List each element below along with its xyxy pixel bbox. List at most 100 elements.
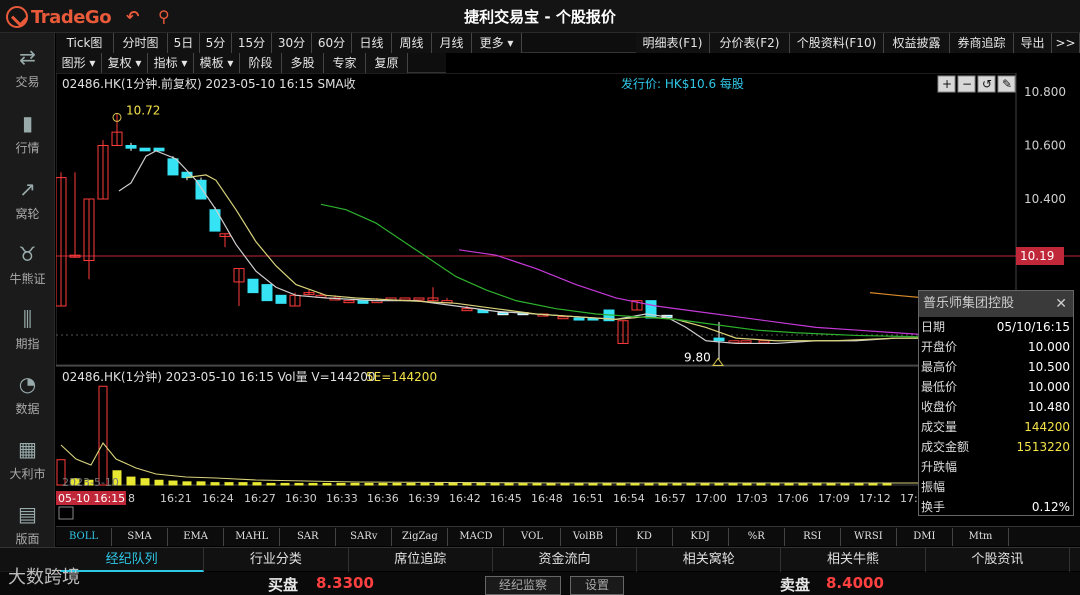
- bottom-tab-3[interactable]: 资金流向: [493, 548, 638, 572]
- close-icon[interactable]: ✕: [1055, 291, 1067, 317]
- panel-row: 开盘价 10.000: [919, 337, 1073, 357]
- chart-tool-7[interactable]: 复原: [366, 53, 408, 73]
- indicator-tab-sma[interactable]: SMA: [112, 528, 169, 546]
- candle-body: [413, 297, 425, 301]
- settings-button[interactable]: 设置: [570, 576, 624, 595]
- quote-tab-4[interactable]: 券商追踪: [950, 33, 1014, 53]
- bottom-tab-0[interactable]: 经纪队列: [60, 548, 205, 572]
- low-price-label: 9.80: [684, 351, 711, 365]
- quote-tab-1[interactable]: 分价表(F2): [710, 33, 790, 53]
- indicator-tab-kdj[interactable]: KDJ: [673, 528, 729, 546]
- chart-tool-0[interactable]: 图形 ▾: [56, 53, 102, 73]
- time-axis-start-label: 05-10 16:15: [58, 492, 125, 505]
- quote-tab-5[interactable]: 导出: [1014, 33, 1052, 53]
- period-tab-6[interactable]: 60分: [312, 33, 352, 53]
- time-axis-label: 16:24: [202, 492, 234, 505]
- ma-line-yellow: [185, 174, 997, 342]
- panel-row: 振幅: [919, 477, 1073, 497]
- period-tab-5[interactable]: 30分: [272, 33, 312, 53]
- indicator-tab-volbb[interactable]: VolBB: [561, 528, 617, 546]
- time-axis-label: 16:36: [367, 492, 399, 505]
- quote-tab-3[interactable]: 权益披露: [884, 33, 950, 53]
- volume-bar: [462, 482, 472, 486]
- sidebar-item-3[interactable]: ♉ 牛熊证: [0, 238, 55, 298]
- bottom-tab-4[interactable]: 相关窝轮: [637, 548, 782, 572]
- panel-row: 成交量 144200: [919, 417, 1073, 437]
- candle-body: [461, 308, 473, 312]
- indicator-tab-wrsi[interactable]: WRSI: [841, 528, 897, 546]
- time-axis-label: 17:06: [777, 492, 809, 505]
- panel-row-key: 最高价: [921, 360, 958, 374]
- volume-bar: [322, 482, 332, 486]
- indicator-tab-boll[interactable]: BOLL: [56, 528, 113, 546]
- chart-settings-icon: [58, 506, 74, 520]
- sidebar-item-2[interactable]: ↗ 窝轮: [0, 173, 55, 233]
- chart-tool-5[interactable]: 多股: [282, 53, 324, 73]
- indicator-tab-kd[interactable]: KD: [617, 528, 673, 546]
- indicator-tab-sar[interactable]: SAR: [280, 528, 337, 546]
- chart-tool-3[interactable]: 模板 ▾: [194, 53, 240, 73]
- period-tab-1[interactable]: 分时图: [114, 33, 168, 53]
- period-toolbar: Tick图 分时图 5日 5分 15分 30分 60分 日线 周线 月线 更多 ▾ 明细表(F1) 分价…: [56, 33, 1080, 53]
- zoom-button-label: +: [942, 77, 952, 91]
- volume-bar: [168, 480, 178, 486]
- price-chart-title: 02486.HK(1分钟.前复权) 2023-05-10 16:15 SMA收: [62, 76, 356, 91]
- period-tab-8[interactable]: 周线: [392, 33, 432, 53]
- indicator-tab-pctr[interactable]: %R: [729, 528, 785, 546]
- period-tab-10[interactable]: 更多 ▾: [472, 33, 522, 53]
- bottom-tab-2[interactable]: 席位追踪: [349, 548, 493, 572]
- time-axis-label: 16:51: [572, 492, 604, 505]
- volume-bar: [154, 479, 164, 486]
- sidebar-item-6[interactable]: ▦ 大利市: [0, 433, 55, 493]
- period-tab-4[interactable]: 15分: [232, 33, 272, 53]
- chart-tool-6[interactable]: 专家: [324, 53, 366, 73]
- sidebar-item-1[interactable]: ▮ 行情: [0, 107, 55, 167]
- indicator-tab-vol[interactable]: VOL: [504, 528, 561, 546]
- indicator-tab-zigzag[interactable]: ZigZag: [392, 528, 449, 546]
- sidebar-item-label: 行情: [15, 141, 40, 155]
- zoom-button-label: ↺: [982, 77, 992, 91]
- period-tab-3[interactable]: 5分: [200, 33, 232, 53]
- bottom-tab-6[interactable]: 个股资讯: [926, 548, 1070, 572]
- broker-monitor-button[interactable]: 经纪监察: [485, 576, 561, 595]
- logo-text: TradeGo: [31, 6, 112, 28]
- search-icon[interactable]: ⚲: [158, 7, 170, 26]
- candle-body: [275, 294, 287, 304]
- time-axis-label: 17:03: [736, 492, 768, 505]
- candle-info-panel[interactable]: 普乐师集团控股 ✕ 日期 05/10/16:15 开盘价 10.000 最高价 10.50…: [918, 290, 1074, 516]
- indicator-tab-dmi[interactable]: DMI: [897, 528, 953, 546]
- quote-tab-2[interactable]: 个股资料(F10): [790, 33, 884, 53]
- left-sidebar: ⇄ 交易 ▮ 行情 ↗ 窝轮 ♉ 牛熊证 ⫼ 期指 ◔ 数据 ▦ 大利市 ▤ 版面: [0, 33, 55, 595]
- indicator-tab-sarv[interactable]: SARv: [336, 528, 393, 546]
- indicator-tab-rsi[interactable]: RSI: [785, 528, 841, 546]
- bottom-tab-5[interactable]: 相关牛熊: [781, 548, 926, 572]
- period-tab-9[interactable]: 月线: [432, 33, 472, 53]
- panel-rows: 日期 05/10/16:15 开盘价 10.000 最高价 10.500 最低价 10.000…: [919, 317, 1073, 517]
- undo-icon[interactable]: ↶: [126, 7, 139, 26]
- volume-bar: [364, 482, 374, 486]
- chart-tool-4[interactable]: 阶段: [240, 53, 282, 73]
- period-tab-0[interactable]: Tick图: [56, 33, 114, 53]
- sidebar-item-4[interactable]: ⫼ 期指: [0, 303, 55, 363]
- sidebar-item-0[interactable]: ⇄ 交易: [0, 41, 55, 101]
- volume-bar: [658, 482, 668, 486]
- chart-tool-2[interactable]: 指标 ▾: [148, 53, 194, 73]
- candle-body: [758, 340, 770, 344]
- sidebar-item-label: 大利市: [9, 467, 46, 481]
- bottom-tab-1[interactable]: 行业分类: [204, 548, 349, 572]
- indicator-tab-mtm[interactable]: Mtm: [953, 528, 1009, 546]
- time-axis-label: 16:21: [160, 492, 192, 505]
- quote-tab-0[interactable]: 明细表(F1): [636, 33, 710, 53]
- volume-bar: [238, 482, 248, 486]
- indicator-tab-ema[interactable]: EMA: [168, 528, 225, 546]
- indicator-tab-macd[interactable]: MACD: [448, 528, 505, 546]
- period-tab-7[interactable]: 日线: [352, 33, 392, 53]
- time-axis-label: 17:00: [695, 492, 727, 505]
- period-tab-2[interactable]: 5日: [168, 33, 200, 53]
- quote-tab-6[interactable]: >>: [1052, 33, 1080, 53]
- indicator-tab-mahl[interactable]: MAHL: [224, 528, 281, 546]
- chart-tool-1[interactable]: 复权 ▾: [102, 53, 148, 73]
- candle-body: [343, 300, 355, 304]
- sidebar-item-5[interactable]: ◔ 数据: [0, 368, 55, 428]
- panel-row-key: 收盘价: [921, 400, 958, 414]
